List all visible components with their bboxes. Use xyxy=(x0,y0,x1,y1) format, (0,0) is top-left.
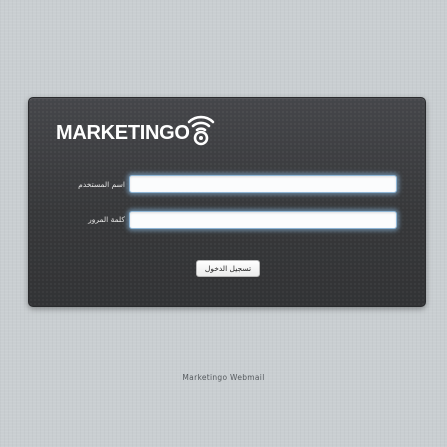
marketingo-logo: MARKETINGO xyxy=(56,110,215,148)
login-panel: MARKETINGO اسم المستخدم كلمة المرور تسجي… xyxy=(28,97,426,307)
username-label: اسم المستخدم xyxy=(78,180,125,189)
wifi-signal-icon xyxy=(187,115,215,146)
logo-text: MARKETINGO xyxy=(56,122,190,144)
password-input[interactable] xyxy=(129,211,397,229)
footer-text: Marketingo Webmail xyxy=(182,373,265,382)
login-button[interactable]: تسجيل الدخول xyxy=(196,260,260,277)
password-label: كلمة المرور xyxy=(88,215,125,224)
username-input[interactable] xyxy=(129,175,397,193)
